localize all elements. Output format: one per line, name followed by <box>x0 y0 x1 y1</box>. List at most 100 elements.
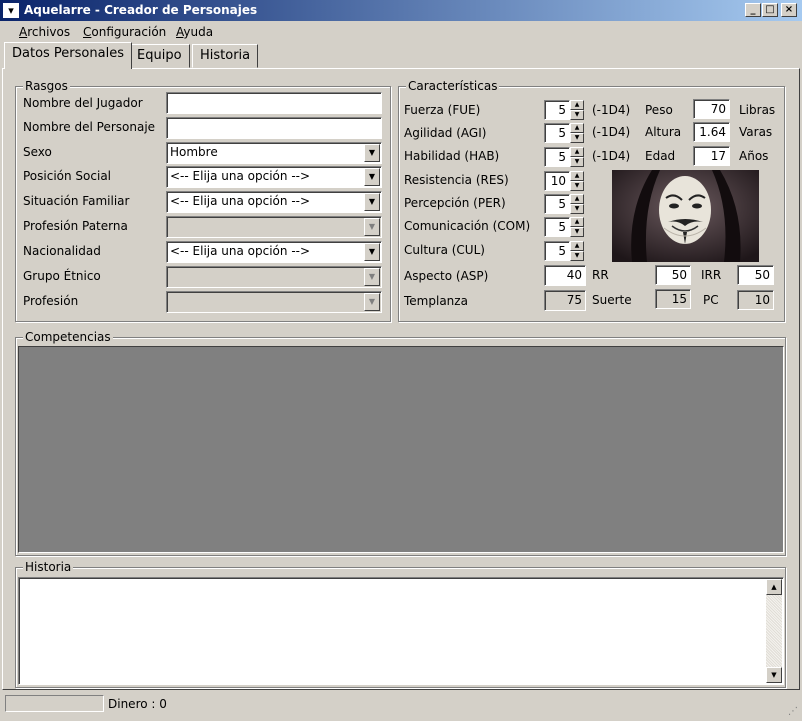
suerte-value: 15 <box>655 289 691 309</box>
comunicacion-spinner[interactable]: ▲ ▼ <box>570 217 584 237</box>
spin-up-icon[interactable]: ▲ <box>570 171 584 181</box>
character-portrait[interactable] <box>612 170 759 262</box>
agilidad-label: Agilidad (AGI) <box>404 126 487 140</box>
historia-textarea[interactable]: ▲ ▼ <box>18 577 784 685</box>
tab-equipo[interactable]: Equipo <box>129 44 190 68</box>
tab-datos-personales[interactable]: Datos Personales <box>4 42 132 69</box>
templanza-label: Templanza <box>404 294 468 308</box>
percepcion-spinner[interactable]: ▲ ▼ <box>570 194 584 214</box>
spin-up-icon[interactable]: ▲ <box>570 194 584 204</box>
chevron-down-icon[interactable]: ▼ <box>364 168 380 186</box>
agilidad-spinner[interactable]: ▲ ▼ <box>570 123 584 143</box>
resistencia-value[interactable]: 10 <box>544 171 570 191</box>
habilidad-value[interactable]: 5 <box>544 147 570 167</box>
chevron-down-icon[interactable]: ▼ <box>364 243 380 261</box>
scroll-down-icon[interactable]: ▼ <box>766 667 782 683</box>
cultura-spinner[interactable]: ▲ ▼ <box>570 241 584 261</box>
spin-down-icon[interactable]: ▼ <box>570 133 584 143</box>
spin-down-icon[interactable]: ▼ <box>570 157 584 167</box>
posicion-social-value: <-- Elija una opción --> <box>170 169 311 183</box>
fuerza-mod: (-1D4) <box>592 103 631 117</box>
rr-value[interactable]: 50 <box>655 265 691 285</box>
resistencia-label: Resistencia (RES) <box>404 173 509 187</box>
profesion-paterna-select[interactable]: ▼ <box>166 216 382 238</box>
spin-down-icon[interactable]: ▼ <box>570 110 584 120</box>
window-title: Aquelarre - Creador de Personajes <box>24 3 258 17</box>
resistencia-spinner[interactable]: ▲ ▼ <box>570 171 584 191</box>
aspecto-value[interactable]: 40 <box>544 265 586 286</box>
irr-label: IRR <box>701 268 722 282</box>
historia-scrollbar[interactable]: ▲ ▼ <box>766 579 782 683</box>
habilidad-label: Habilidad (HAB) <box>404 149 500 163</box>
agilidad-value[interactable]: 5 <box>544 123 570 143</box>
spin-down-icon[interactable]: ▼ <box>570 227 584 237</box>
chevron-down-icon[interactable]: ▼ <box>364 144 380 162</box>
spin-up-icon[interactable]: ▲ <box>570 217 584 227</box>
spin-up-icon[interactable]: ▲ <box>570 147 584 157</box>
spin-up-icon[interactable]: ▲ <box>570 123 584 133</box>
chevron-down-icon[interactable]: ▼ <box>364 218 380 236</box>
edad-label: Edad <box>645 149 676 163</box>
aspecto-label: Aspecto (ASP) <box>404 269 489 283</box>
cultura-label: Cultura (CUL) <box>404 243 485 257</box>
menu-configuracion[interactable]: Configuración <box>83 25 166 39</box>
fuerza-spinner[interactable]: ▲ ▼ <box>570 100 584 120</box>
irr-value[interactable]: 50 <box>737 265 774 285</box>
nombre-personaje-label: Nombre del Personaje <box>23 120 156 134</box>
sexo-label: Sexo <box>23 145 52 159</box>
competencias-grid[interactable] <box>18 346 784 553</box>
situacion-familiar-select[interactable]: <-- Elija una opción --> ▼ <box>166 191 382 213</box>
pc-label: PC <box>703 293 719 307</box>
sexo-value: Hombre <box>170 145 218 159</box>
cultura-value[interactable]: 5 <box>544 241 570 261</box>
posicion-social-label: Posición Social <box>23 169 112 183</box>
spin-down-icon[interactable]: ▼ <box>570 251 584 261</box>
title-bar[interactable]: ▾ Aquelarre - Creador de Personajes _ □ … <box>0 0 802 21</box>
tab-historia[interactable]: Historia <box>192 44 259 68</box>
percepcion-value[interactable]: 5 <box>544 194 570 214</box>
comunicacion-value[interactable]: 5 <box>544 217 570 237</box>
resize-grip-icon[interactable]: ⋰ <box>788 706 798 717</box>
peso-label: Peso <box>645 103 673 117</box>
chevron-down-icon[interactable]: ▼ <box>364 293 380 311</box>
status-panel <box>5 695 104 712</box>
maximize-button[interactable]: □ <box>762 3 778 17</box>
spin-up-icon[interactable]: ▲ <box>570 100 584 110</box>
scroll-up-icon[interactable]: ▲ <box>766 579 782 595</box>
profesion-label: Profesión <box>23 294 79 308</box>
nacionalidad-select[interactable]: <-- Elija una opción --> ▼ <box>166 241 382 263</box>
menu-archivos[interactable]: Archivos <box>19 25 70 39</box>
grupo-etnico-select[interactable]: ▼ <box>166 266 382 288</box>
habilidad-spinner[interactable]: ▲ ▼ <box>570 147 584 167</box>
edad-value[interactable]: 17 <box>693 146 730 166</box>
caracteristicas-title: Características <box>406 79 500 93</box>
altura-value[interactable]: 1.64 <box>693 122 730 142</box>
altura-label: Altura <box>645 125 682 139</box>
chevron-down-icon[interactable]: ▼ <box>364 268 380 286</box>
spin-up-icon[interactable]: ▲ <box>570 241 584 251</box>
nombre-personaje-input[interactable] <box>166 117 382 139</box>
close-button[interactable]: × <box>781 3 797 17</box>
peso-value[interactable]: 70 <box>693 99 730 119</box>
spin-down-icon[interactable]: ▼ <box>570 181 584 191</box>
situacion-familiar-label: Situación Familiar <box>23 194 130 208</box>
rasgos-title: Rasgos <box>23 79 70 93</box>
dinero-status: Dinero : 0 <box>108 697 167 711</box>
grupo-etnico-label: Grupo Étnico <box>23 269 101 283</box>
nombre-jugador-input[interactable] <box>166 92 382 114</box>
profesion-paterna-label: Profesión Paterna <box>23 219 128 233</box>
chevron-down-icon[interactable]: ▼ <box>364 193 380 211</box>
spin-down-icon[interactable]: ▼ <box>570 204 584 214</box>
menu-ayuda[interactable]: Ayuda <box>176 25 213 39</box>
mask-face-icon <box>612 170 759 262</box>
percepcion-label: Percepción (PER) <box>404 196 506 210</box>
minimize-button[interactable]: _ <box>745 3 761 17</box>
altura-unit: Varas <box>739 125 773 139</box>
fuerza-value[interactable]: 5 <box>544 100 570 120</box>
sexo-select[interactable]: Hombre ▼ <box>166 142 382 164</box>
app-icon: ▾ <box>3 3 19 18</box>
posicion-social-select[interactable]: <-- Elija una opción --> ▼ <box>166 166 382 188</box>
historia-title: Historia <box>23 560 74 574</box>
profesion-select[interactable]: ▼ <box>166 291 382 313</box>
peso-unit: Libras <box>739 103 776 117</box>
